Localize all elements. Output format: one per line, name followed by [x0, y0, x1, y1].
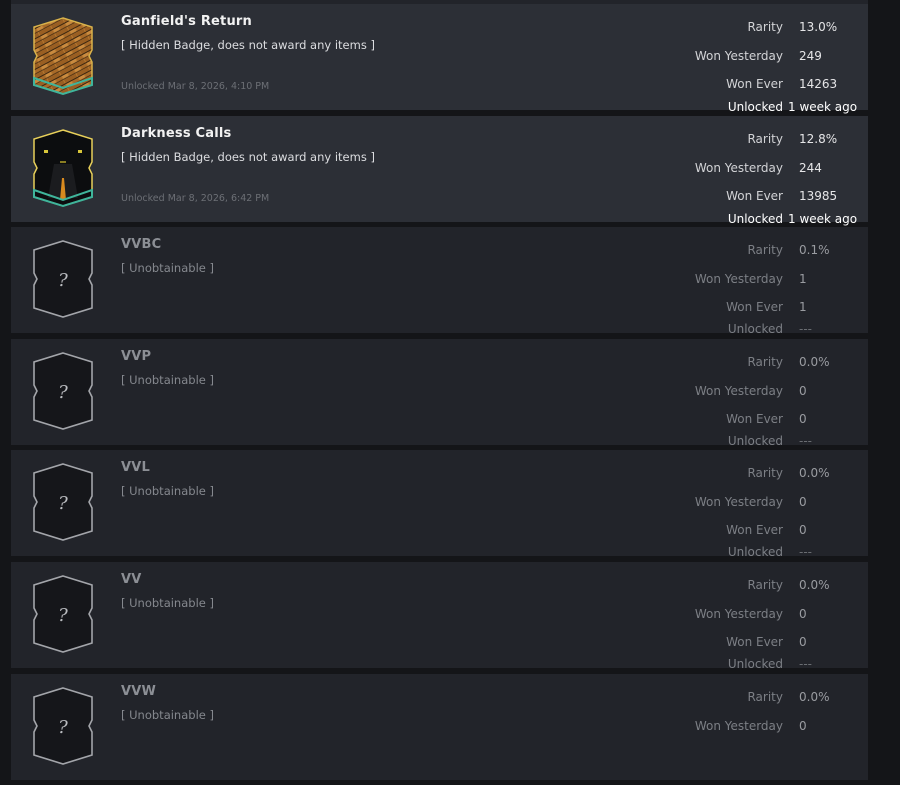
won-ever-value: 14263: [799, 77, 838, 91]
won-yesterday-label: Won Yesterday: [694, 49, 783, 63]
won-yesterday-label: Won Yesterday: [694, 606, 783, 621]
badge-description: [ Hidden Badge, does not award any items…: [121, 38, 375, 52]
won-ever-label: Won Ever: [726, 523, 783, 538]
badge-description: [ Hidden Badge, does not award any items…: [121, 149, 375, 164]
badge-name: VVL: [121, 460, 151, 476]
unlocked-value: ---: [799, 545, 812, 557]
won-yesterday-value: 0: [799, 383, 807, 398]
brick-badge-icon: [30, 16, 96, 96]
badge-description: [ Unobtainable ]: [121, 484, 214, 499]
question-mark-icon: ?: [58, 270, 68, 291]
rarity-label: Rarity: [747, 689, 783, 704]
locked-badge-icon: ?: [30, 239, 96, 319]
locked-badge-icon: ?: [30, 574, 96, 654]
won-ever-label: Won Ever: [726, 634, 783, 649]
won-yesterday-value: 0: [799, 495, 807, 510]
badge-name: VVBC: [121, 237, 162, 253]
badge-unlocked-date: Unlocked Mar 8, 2026, 4:10 PM: [121, 81, 270, 92]
won-ever-label: Won Ever: [726, 188, 783, 203]
won-ever-label: Won Ever: [726, 77, 783, 91]
rarity-label: Rarity: [747, 20, 783, 34]
badge-name: VV: [121, 571, 142, 587]
unlocked-label: Unlocked: [727, 322, 783, 334]
rarity-value: 12.8%: [799, 131, 838, 146]
rarity-label: Rarity: [747, 577, 783, 592]
rarity-value: 0.0%: [799, 466, 830, 481]
badge-description: [ Unobtainable ]: [121, 595, 214, 610]
badge-name: VVP: [121, 348, 152, 364]
badge-row[interactable]: Ganfield's Return [ Hidden Badge, does n…: [11, 4, 868, 114]
unlocked-label: Unlocked: [727, 656, 783, 668]
badge-list: Ganfield's Return [ Hidden Badge, does n…: [11, 4, 868, 785]
badge-name: VVW: [121, 683, 157, 699]
unlocked-value: ---: [799, 322, 812, 334]
badge-row[interactable]: ? VV [ Unobtainable ] Rarity 0.0% Won Ye…: [11, 561, 868, 668]
locked-badge-icon: ?: [30, 351, 96, 431]
won-yesterday-value: 1: [799, 272, 807, 287]
rarity-value: 0.0%: [799, 577, 830, 592]
won-yesterday-label: Won Yesterday: [694, 383, 783, 398]
badge-row[interactable]: ? VVL [ Unobtainable ] Rarity 0.0% Won Y…: [11, 450, 868, 557]
badge-row[interactable]: Darkness Calls [ Hidden Badge, does not …: [11, 115, 868, 226]
unlocked-label: Unlocked: [727, 545, 783, 557]
badge-row[interactable]: ? VVP [ Unobtainable ] Rarity 0.0% Won Y…: [11, 338, 868, 445]
badge-name: Ganfield's Return: [121, 14, 252, 29]
badge-unlocked-date: Unlocked Mar 8, 2026, 6:42 PM: [121, 192, 270, 204]
question-mark-icon: ?: [58, 382, 68, 403]
rarity-value: 0.0%: [799, 354, 830, 369]
locked-badge-icon: ?: [30, 462, 96, 542]
question-mark-icon: ?: [58, 717, 68, 738]
rarity-value: 13.0%: [799, 20, 838, 34]
badge-description: [ Unobtainable ]: [121, 707, 214, 722]
unlocked-value: ---: [799, 656, 812, 668]
badge-row[interactable]: ? VVW [ Unobtainable ] Rarity 0.0% Won Y…: [11, 673, 868, 780]
unlocked-label: Unlocked: [727, 100, 783, 114]
unlocked-value: 1 week ago: [788, 211, 858, 226]
locked-badge-icon: ?: [30, 686, 96, 766]
unlocked-label: Unlocked: [727, 433, 783, 445]
question-mark-icon: ?: [58, 605, 68, 626]
won-yesterday-label: Won Yesterday: [694, 718, 783, 733]
unlocked-value: ---: [799, 433, 812, 445]
rarity-label: Rarity: [747, 243, 783, 258]
unlocked-label: Unlocked: [727, 211, 783, 226]
badge-description: [ Unobtainable ]: [121, 261, 214, 276]
unlocked-value: 1 week ago: [788, 100, 858, 114]
question-mark-icon: ?: [58, 493, 68, 514]
won-yesterday-label: Won Yesterday: [694, 160, 783, 175]
dark-road-badge-icon: [30, 128, 96, 208]
badge-row[interactable]: ? VVBC [ Unobtainable ] Rarity 0.1% Won …: [11, 227, 868, 334]
rarity-value: 0.1%: [799, 243, 830, 258]
won-ever-label: Won Ever: [726, 411, 783, 426]
won-ever-label: Won Ever: [726, 300, 783, 315]
won-yesterday-value: 0: [799, 718, 807, 733]
won-yesterday-value: 249: [799, 49, 822, 63]
won-ever-value: 0: [799, 634, 807, 649]
rarity-label: Rarity: [747, 466, 783, 481]
won-yesterday-label: Won Yesterday: [694, 495, 783, 510]
badge-name: Darkness Calls: [121, 125, 232, 141]
won-yesterday-value: 244: [799, 160, 822, 175]
won-yesterday-label: Won Yesterday: [694, 272, 783, 287]
rarity-label: Rarity: [747, 354, 783, 369]
won-ever-value: 0: [799, 523, 807, 538]
won-ever-value: 13985: [799, 188, 838, 203]
badge-description: [ Unobtainable ]: [121, 372, 214, 387]
rarity-value: 0.0%: [799, 689, 830, 704]
won-yesterday-value: 0: [799, 606, 807, 621]
rarity-label: Rarity: [747, 131, 783, 146]
won-ever-value: 0: [799, 411, 807, 426]
won-ever-value: 1: [799, 300, 807, 315]
